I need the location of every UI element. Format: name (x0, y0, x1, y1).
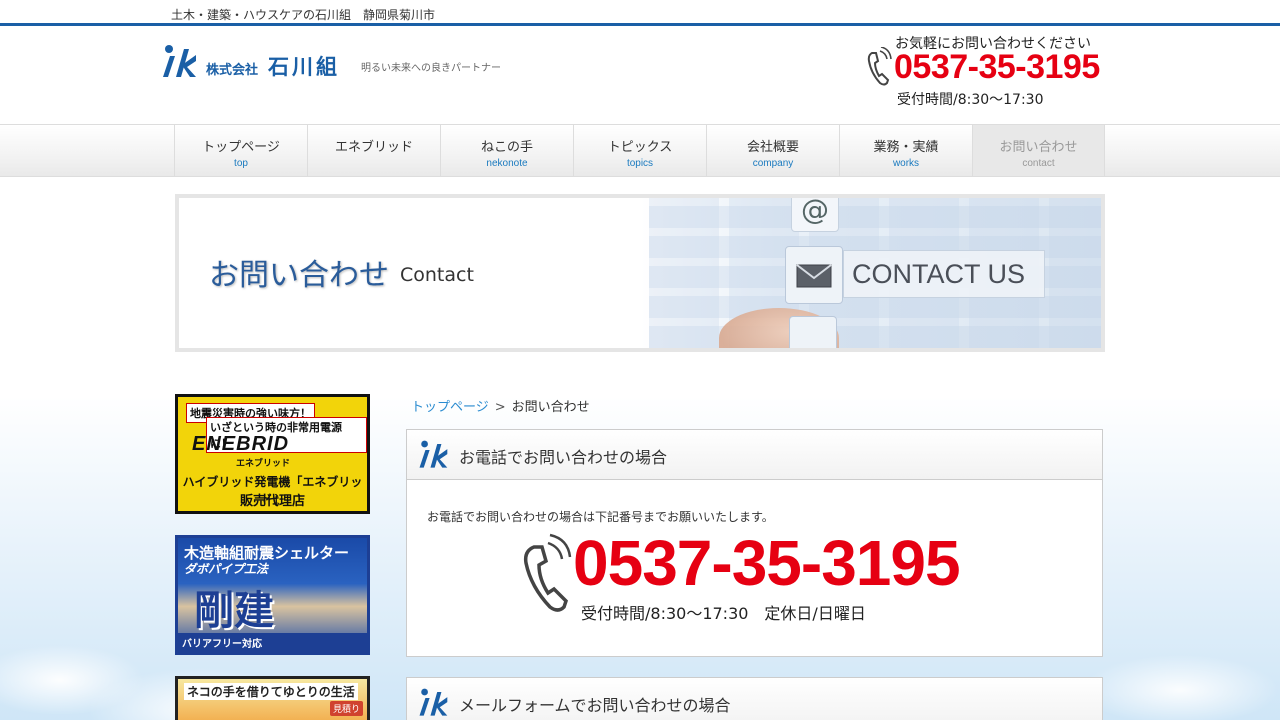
nav-sublabel: nekonote (486, 158, 528, 169)
enebrid-banner[interactable]: 地震災害時の強い味方！ いざという時の非常用電源に！ ENEBRID エネブリッ… (175, 394, 370, 514)
enebrid-brand-logo: ENEBRID (192, 433, 290, 455)
section-title: お電話でお問い合わせの場合 (459, 448, 668, 467)
mail-form-section: メールフォームでお問い合わせの場合 (406, 677, 1103, 720)
section-header: メールフォームでお問い合わせの場合 (407, 678, 1102, 720)
site-tagline: 土木・建築・ハウスケアの石川組 静岡県菊川市 (171, 8, 436, 22)
nav-label: エネブリッド (334, 140, 413, 155)
nav-item-top[interactable]: トップページ top (174, 125, 307, 176)
main-navigation: トップページ top エネブリッド ねこの手 nekonote トピックス to… (0, 124, 1280, 177)
enebrid-line4: 販売代理店 (239, 494, 305, 509)
company-logo-icon[interactable] (160, 43, 198, 81)
section-title: メールフォームでお問い合わせの場合 (459, 696, 731, 715)
breadcrumb: トップページ > お問い合わせ (411, 396, 590, 415)
nekonote-banner[interactable]: ネコの手を借りてゆとりの生活 見積り (175, 676, 370, 720)
nav-sublabel: top (234, 158, 248, 169)
nav-label: お問い合わせ (999, 140, 1078, 155)
shelter-banner[interactable]: 木造軸組耐震シェルター ダボパイプ工法 剛建 バリアフリー対応 (175, 535, 370, 655)
section-header: お電話でお問い合わせの場合 (407, 430, 1102, 480)
phone-section-lead: お電話でお問い合わせの場合は下記番号までお願いいたします。 (427, 510, 774, 524)
breadcrumb-current: お問い合わせ (511, 400, 590, 415)
nav-label: トピックス (607, 140, 673, 155)
nekonote-badge: 見積り (329, 701, 363, 716)
shelter-line3: バリアフリー対応 (178, 633, 367, 652)
main-phone-number[interactable]: 0537-35-3195 (573, 531, 961, 595)
telephone-icon (789, 316, 837, 348)
header-business-hours: 受付時間/8:30〜17:30 (897, 92, 1044, 108)
nav-item-nekonote[interactable]: ねこの手 nekonote (440, 125, 573, 176)
nav-sublabel: contact (1022, 158, 1055, 169)
contact-us-graphic: CONTACT US (843, 250, 1045, 298)
at-sign-icon: @ (791, 198, 839, 232)
company-name[interactable]: 石川組 (268, 51, 340, 81)
company-slogan: 明るい未来への良きパートナー (361, 63, 501, 74)
nekonote-line1: ネコの手を借りてゆとりの生活 (184, 683, 358, 700)
nav-item-works[interactable]: 業務・実績 works (839, 125, 972, 176)
shelter-big-title: 剛建 (194, 587, 274, 634)
header-phone-number[interactable]: 0537-35-3195 (894, 48, 1100, 87)
contact-page-banner: @ CONTACT US お問い合わせ Contact (175, 194, 1105, 352)
phone-contact-section: お電話でお問い合わせの場合 お電話でお問い合わせの場合は下記番号までお願いいたし… (406, 429, 1103, 657)
enebrid-brand-kana: エネブリッド (236, 459, 291, 469)
phone-icon (523, 533, 572, 612)
phone-section-hours: 受付時間/8:30〜17:30 定休日/日曜日 (581, 604, 866, 623)
nav-item-topics[interactable]: トピックス topics (573, 125, 706, 176)
top-tagline-bar: 土木・建築・ハウスケアの石川組 静岡県菊川市 (0, 0, 1280, 26)
nav-label: ねこの手 (480, 140, 533, 155)
breadcrumb-home-link[interactable]: トップページ (411, 400, 489, 415)
nav-item-enebrid[interactable]: エネブリッド (307, 125, 440, 176)
page-title: お問い合わせ (209, 258, 389, 293)
nav-sublabel: works (892, 158, 920, 169)
shelter-line2: ダボパイプ工法 (184, 562, 269, 576)
company-prefix: 株式会社 (206, 63, 259, 78)
company-logo-icon (419, 688, 448, 716)
breadcrumb-separator: > (494, 400, 506, 415)
nav-sublabel: company (752, 158, 794, 169)
site-header: 株式会社 石川組 明るい未来への良きパートナー お気軽にお問い合わせください 0… (0, 29, 1280, 124)
contact-us-text: CONTACT US (852, 259, 1026, 289)
envelope-icon (785, 246, 843, 304)
company-logo-icon (419, 440, 448, 468)
page-subtitle: Contact (400, 264, 474, 286)
nav-label: トップページ (202, 140, 280, 155)
nav-label: 業務・実績 (873, 140, 939, 155)
nav-sublabel: topics (626, 158, 654, 169)
nav-item-contact[interactable]: お問い合わせ contact (972, 125, 1105, 176)
nav-label: 会社概要 (746, 140, 799, 155)
phone-icon (867, 47, 892, 86)
nav-item-company[interactable]: 会社概要 company (706, 125, 839, 176)
